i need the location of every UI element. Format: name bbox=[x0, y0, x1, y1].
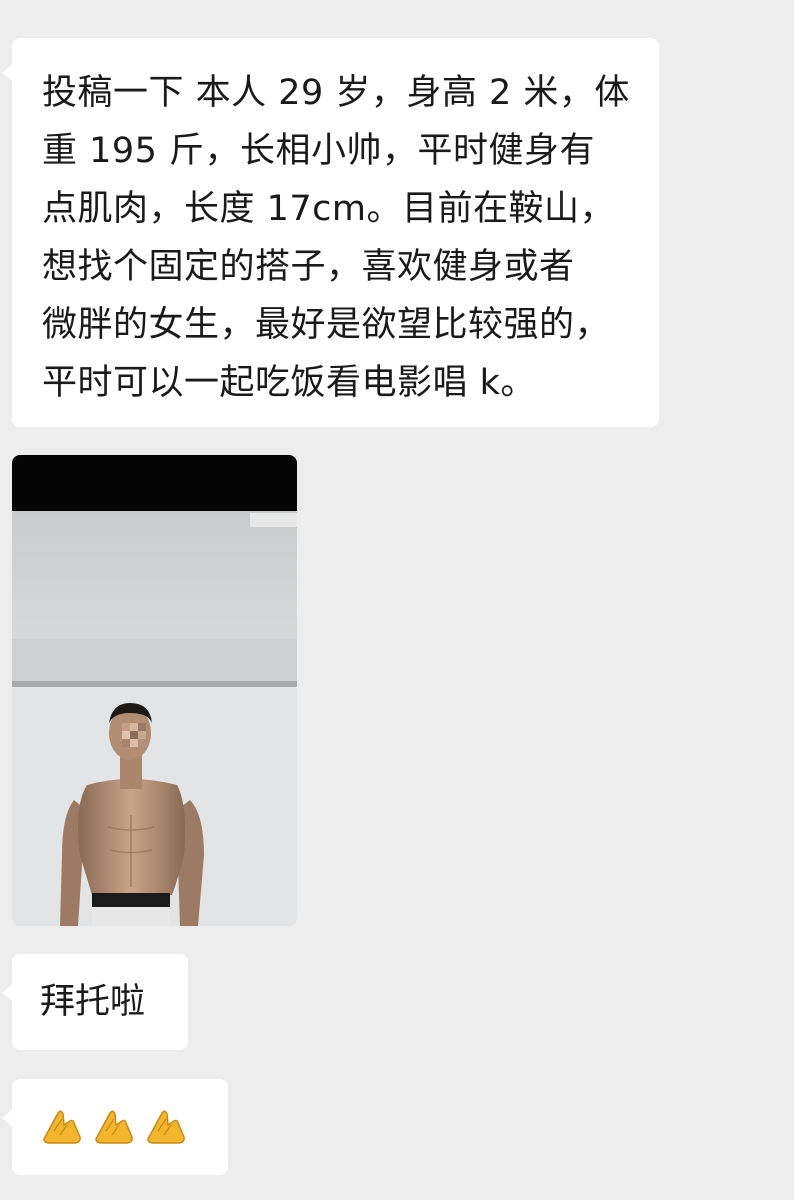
photo-neck bbox=[120, 755, 142, 789]
message-line: 平时可以一起吃饭看电影唱 k。 bbox=[42, 363, 536, 403]
photo-waistband bbox=[92, 893, 170, 907]
photo-shorts bbox=[92, 907, 170, 926]
message-line: 重 195 斤，长相小帅，平时健身有 bbox=[42, 131, 596, 171]
photo-ceiling-trim bbox=[12, 639, 297, 683]
folded-hands-icon bbox=[43, 1110, 81, 1144]
message-line: 点肌肉，长度 17cm。目前在鞍山， bbox=[42, 189, 616, 229]
message-bubble-intro[interactable]: 投稿一下 本人 29 岁，身高 2 米，体 重 195 斤，长相小帅，平时健身有… bbox=[2, 38, 659, 427]
message-bubble-emoji[interactable] bbox=[2, 1079, 228, 1175]
message-photo[interactable] bbox=[12, 455, 297, 926]
folded-hands-icon bbox=[147, 1110, 185, 1144]
photo-face-mosaic bbox=[122, 723, 146, 747]
chat-thread: 投稿一下 本人 29 岁，身高 2 米，体 重 195 斤，长相小帅，平时健身有… bbox=[0, 0, 794, 1200]
photo-top-bar bbox=[12, 455, 297, 511]
photo-ceiling-line bbox=[12, 681, 297, 687]
photo-ceiling bbox=[12, 511, 297, 641]
message-text: 拜托啦 bbox=[40, 982, 146, 1022]
emoji-row bbox=[40, 1103, 200, 1151]
folded-hands-icon bbox=[95, 1110, 133, 1144]
message-line: 投稿一下 本人 29 岁，身高 2 米，体 bbox=[42, 73, 630, 113]
photo-light bbox=[250, 513, 297, 527]
message-line: 想找个固定的搭子，喜欢健身或者 bbox=[42, 247, 575, 287]
message-line: 微胖的女生，最好是欲望比较强的， bbox=[42, 305, 611, 345]
message-bubble-please[interactable]: 拜托啦 bbox=[2, 954, 188, 1050]
